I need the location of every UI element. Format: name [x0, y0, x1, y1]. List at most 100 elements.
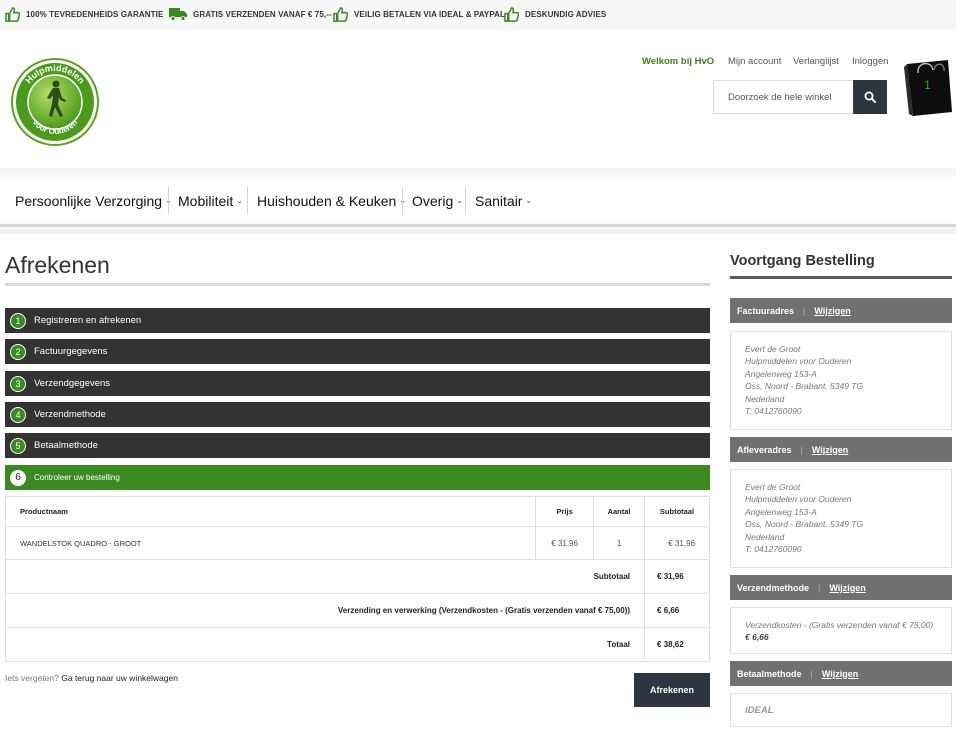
sidebar-title: Voortgang Bestelling: [730, 253, 875, 269]
forgot-text: Iets vergeten?: [5, 673, 59, 683]
usp-label: 100% TEVREDENHEIDS GARANTIE: [26, 9, 164, 19]
checkout-step-1[interactable]: 1 Registreren en afrekenen: [5, 308, 710, 333]
checkout-step-3[interactable]: 3 Verzendgegevens: [5, 371, 710, 396]
edit-payment-method-link[interactable]: Wijzigen: [822, 669, 858, 679]
page-title: Afrekenen: [5, 252, 110, 278]
usp-item-guarantee: 100% TEVREDENHEIDS GARANTIE: [5, 5, 163, 23]
step-label: Verzendgegevens: [34, 378, 111, 389]
step-label: Controleer uw bestelling: [34, 473, 120, 482]
checkout-step-6-active[interactable]: 6 Controleer uw bestelling: [5, 465, 710, 490]
back-to-cart-link[interactable]: Ga terug naar uw winkelwagen: [61, 673, 178, 683]
login-link[interactable]: Inloggen: [852, 56, 888, 70]
col-header-subtotal: Subtotaal: [644, 496, 710, 527]
payment-method-text: iDEAL: [745, 705, 774, 716]
thumbs-up-icon: [5, 6, 20, 22]
nav-separator: [402, 187, 403, 214]
usp-label: GRATIS VERZENDEN VANAF € 75,--: [193, 9, 332, 19]
address-line: Angelenweg 153-A: [745, 506, 817, 517]
shipping-address-header: Afleveradres | Wijzigen: [730, 437, 952, 462]
section-label: Verzendmethode: [737, 582, 810, 593]
section-label: Factuuradres: [737, 305, 795, 316]
totals-label: Subtotaal: [4, 559, 646, 594]
chevron-down-icon: ⌄: [525, 196, 533, 205]
separator: |: [803, 305, 806, 316]
edit-shipping-link[interactable]: Wijzigen: [812, 445, 848, 455]
title-divider: [5, 283, 710, 286]
nav-item-household[interactable]: Huishouden & Keuken⌄: [257, 187, 406, 214]
totals-value: € 6,66: [644, 593, 710, 628]
billing-address-header: Factuuradres | Wijzigen: [730, 298, 952, 323]
nav-label: Mobiliteit: [178, 192, 234, 209]
order-review-table: Productnaam Prijs Aantal Subtotaal WANDE…: [4, 496, 710, 662]
step-number: 5: [10, 437, 26, 454]
edit-shipping-method-link[interactable]: Wijzigen: [829, 583, 865, 593]
search-input[interactable]: [713, 80, 853, 114]
nav-label: Sanitair: [475, 192, 523, 209]
address-line: T: 0412760090: [745, 406, 802, 417]
separator: |: [818, 582, 821, 593]
cart-count[interactable]: 1: [903, 78, 952, 92]
wishlist-link[interactable]: Verlanglijst: [793, 56, 839, 70]
nav-separator: [168, 187, 169, 214]
totals-label: Verzending en verwerking (Verzendkosten …: [4, 593, 646, 628]
section-label: Afleveradres: [737, 444, 792, 455]
step-label: Registreren en afrekenen: [34, 315, 142, 326]
my-account-link[interactable]: Mijn account: [728, 56, 781, 70]
product-name: WANDELSTOK QUADRO - GROOT: [4, 526, 537, 560]
shipping-method-amount: € 6,66: [745, 632, 769, 643]
step-number: 2: [10, 343, 26, 360]
product-qty: 1: [593, 526, 646, 560]
step-number: 6: [10, 469, 26, 486]
usp-bar: 100% TEVREDENHEIDS GARANTIE GRATIS VERZE…: [0, 0, 956, 30]
col-header-qty: Aantal: [593, 496, 646, 527]
totals-value: € 38,62: [644, 627, 710, 662]
nav-item-personal-care[interactable]: Persoonlijke Verzorging⌄: [15, 187, 172, 214]
shipping-method-text: Verzendkosten - (Gratis verzenden vanaf …: [745, 620, 934, 630]
truck-icon: [169, 8, 187, 21]
col-header-price: Prijs: [535, 496, 595, 527]
thumbs-up-icon: [333, 6, 348, 22]
checkout-step-2[interactable]: 2 Factuurgegevens: [5, 339, 710, 364]
section-label: Betaalmethode: [737, 668, 802, 679]
address-line: Nederland: [745, 531, 785, 542]
payment-method-box: iDEAL: [730, 693, 952, 727]
separator: |: [810, 668, 813, 679]
nav-item-sanitary[interactable]: Sanitair ⌄: [475, 187, 532, 214]
search-button[interactable]: [853, 80, 887, 114]
product-subtotal: € 31,96: [644, 526, 710, 560]
address-line: Hulpmiddelen voor Ouderen: [745, 494, 852, 505]
table-header-row: Productnaam Prijs Aantal Subtotaal: [4, 496, 710, 527]
nav-separator: [247, 187, 248, 214]
shipping-method-header: Verzendmethode | Wijzigen: [730, 575, 952, 600]
step-label: Verzendmethode: [34, 409, 106, 420]
shipping-method-box: Verzendkosten - (Gratis verzenden vanaf …: [730, 607, 952, 654]
address-line: Oss, Noord - Brabant, 5349 TG: [745, 381, 864, 392]
usp-label: DESKUNDIG ADVIES: [525, 9, 607, 19]
nav-item-other[interactable]: Overig ⌄: [412, 187, 463, 214]
nav-separator: [465, 187, 466, 214]
step-label: Factuurgegevens: [34, 346, 108, 357]
place-order-button[interactable]: Afrekenen: [634, 673, 710, 707]
welcome-message: Welkom bij HvO: [642, 56, 715, 67]
table-row: WANDELSTOK QUADRO - GROOT € 31,96 1 € 31…: [4, 526, 710, 560]
checkout-step-4[interactable]: 4 Verzendmethode: [5, 402, 710, 427]
usp-item-shipping: GRATIS VERZENDEN VANAF € 75,--: [169, 5, 332, 23]
shipping-address-box: Evert de Groot Hulpmiddelen voor Ouderen…: [730, 469, 952, 568]
usp-item-payment: VEILIG BETALEN VIA IDEAL & PAYPAL: [333, 5, 505, 23]
nav-item-mobility[interactable]: Mobiliteit ⌄: [178, 187, 243, 214]
search-icon: [864, 91, 876, 103]
totals-row-shipping: Verzending en verwerking (Verzendkosten …: [4, 593, 710, 628]
usp-item-advice: DESKUNDIG ADVIES: [504, 5, 606, 23]
edit-billing-link[interactable]: Wijzigen: [814, 306, 850, 316]
usp-label: VEILIG BETALEN VIA IDEAL & PAYPAL: [354, 9, 506, 19]
address-line: T: 0412760090: [745, 544, 802, 555]
site-logo[interactable]: Hulpmiddelen voor Ouderen: [10, 57, 100, 147]
checkout-step-5[interactable]: 5 Betaalmethode: [5, 433, 710, 458]
step-number: 4: [10, 406, 26, 423]
nav-label: Persoonlijke Verzorging: [15, 192, 163, 209]
chevron-down-icon: ⌄: [456, 196, 463, 205]
address-line: Nederland: [745, 393, 785, 404]
nav-label: Huishouden & Keuken: [257, 192, 397, 209]
address-line: Hulpmiddelen voor Ouderen: [745, 356, 852, 367]
col-header-product: Productnaam: [4, 496, 537, 527]
